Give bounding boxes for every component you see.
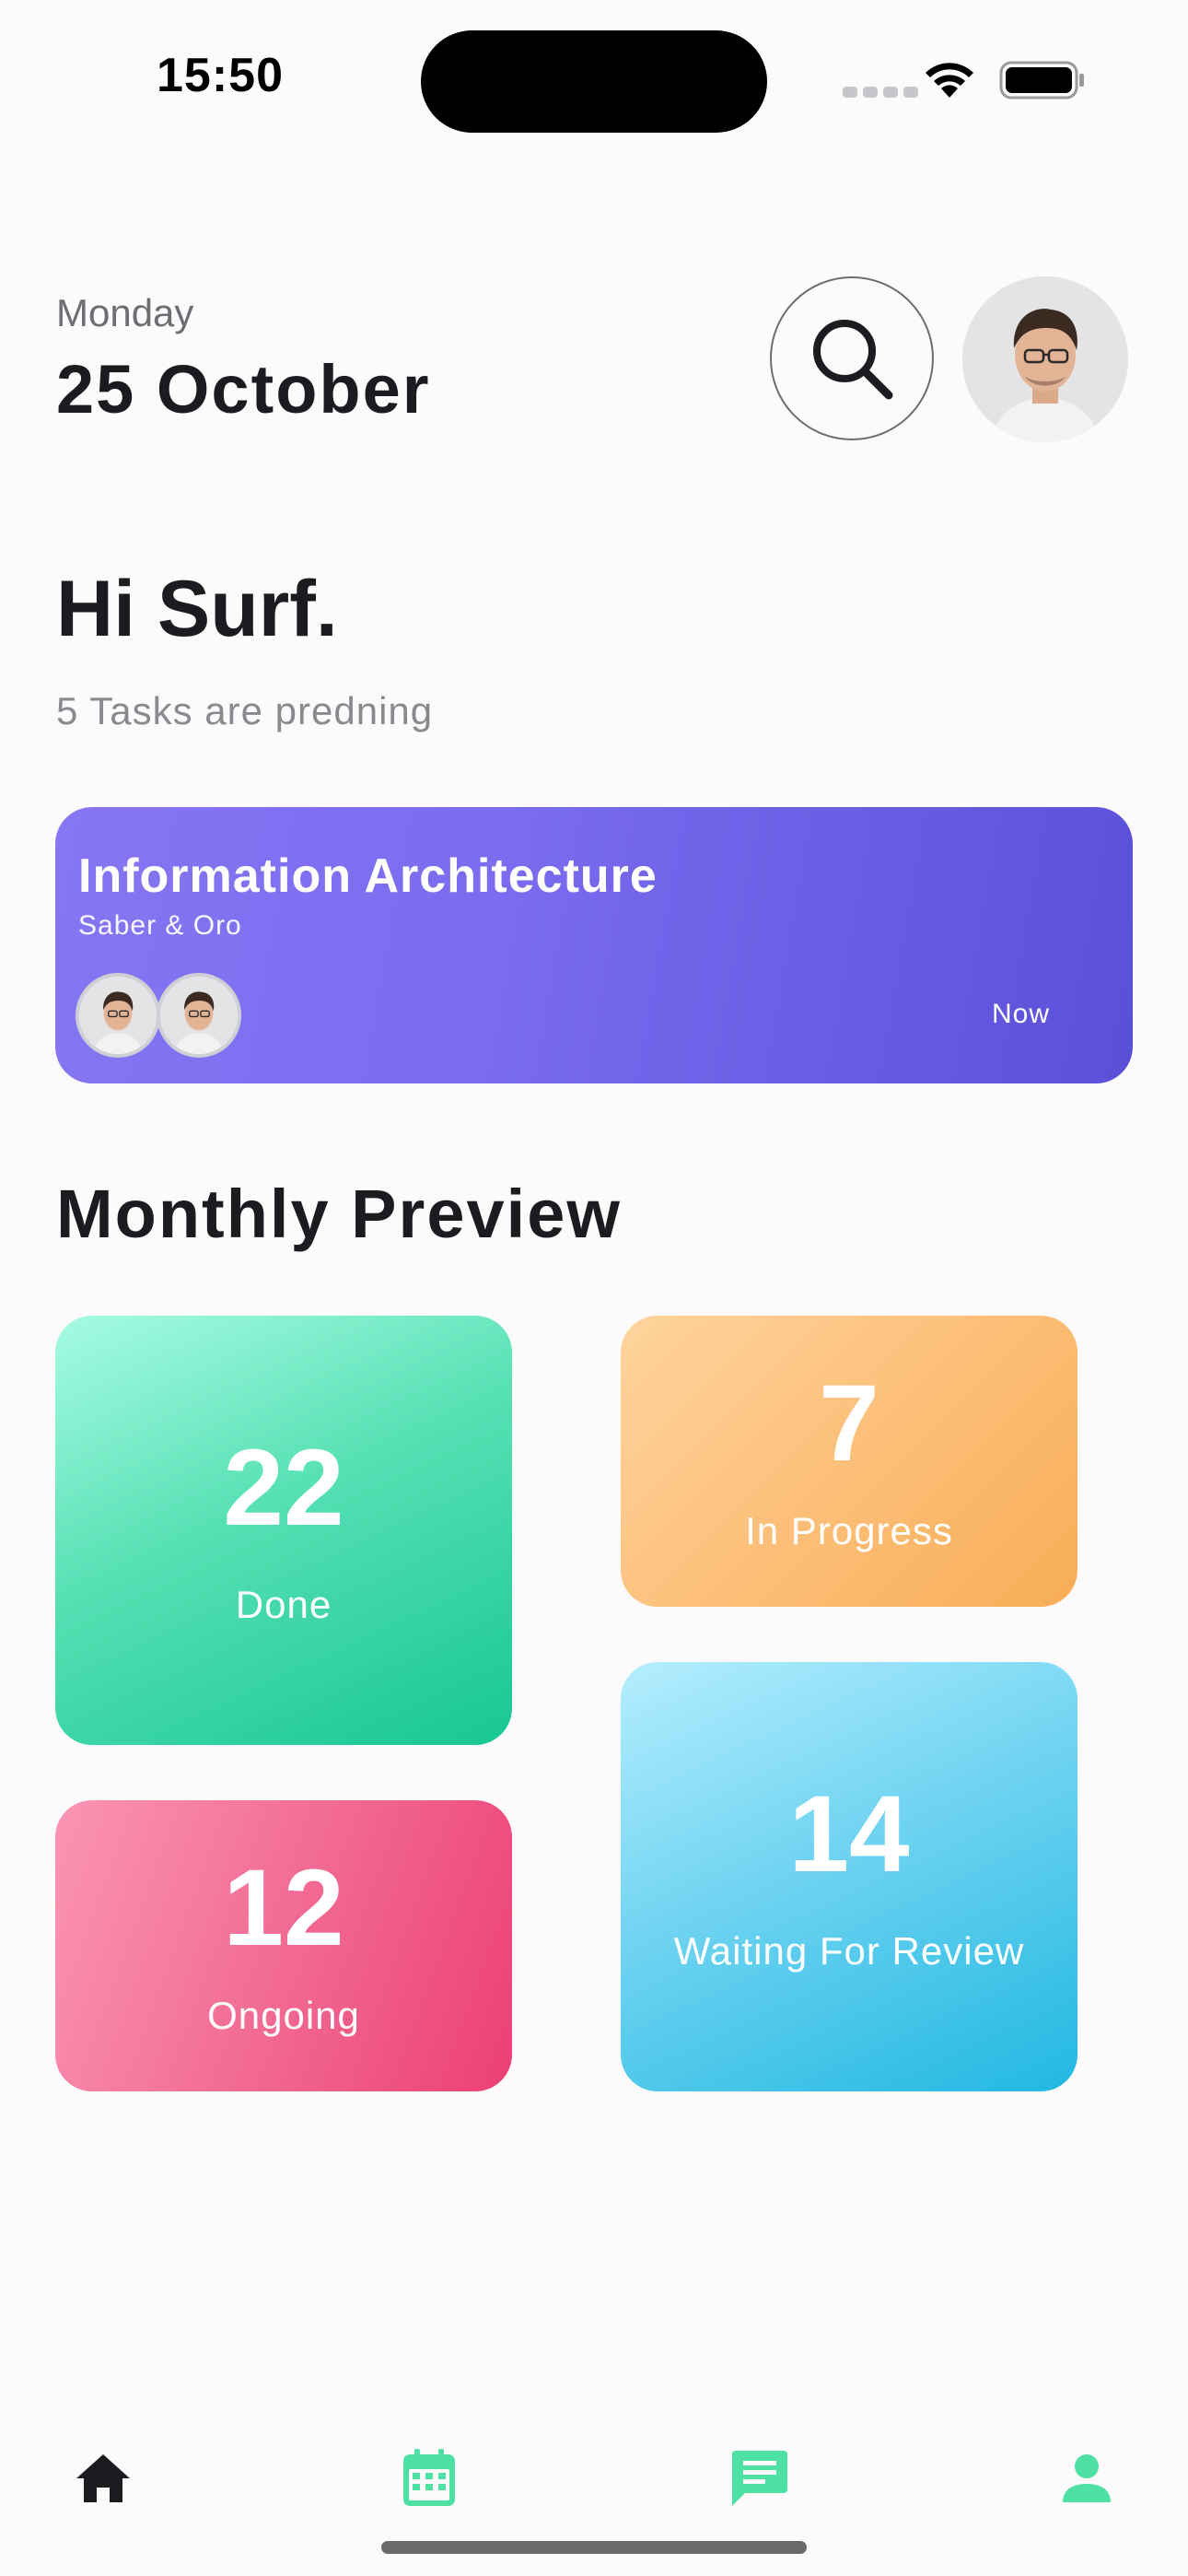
member-avatar (157, 973, 241, 1058)
status-time: 15:50 (157, 49, 284, 102)
stat-label: In Progress (745, 1509, 953, 1552)
nav-messages[interactable] (723, 2441, 797, 2515)
stat-value: 12 (223, 1847, 344, 1969)
task-card[interactable]: Information Architecture Saber & Oro Now (55, 807, 1133, 1083)
nav-profile[interactable] (1050, 2441, 1124, 2515)
calendar-icon (403, 2449, 455, 2506)
wifi-icon (926, 63, 973, 98)
stat-label: Waiting For Review (673, 1929, 1025, 1973)
date-label: 25 October (56, 351, 431, 427)
nav-home[interactable] (66, 2441, 140, 2515)
battery-icon (999, 61, 1084, 100)
stat-tile-done[interactable]: 22 Done (55, 1316, 512, 1745)
nav-calendar[interactable] (392, 2441, 466, 2515)
stat-value: 14 (788, 1774, 910, 1895)
member-avatar (76, 973, 160, 1058)
avatar-photo (962, 276, 1128, 442)
home-screen: 15:50 Monday 25 October Hi Surf. 5 Tasks… (0, 0, 1188, 2576)
day-label: Monday (56, 291, 194, 334)
stat-value: 22 (223, 1427, 344, 1549)
stat-value: 7 (819, 1363, 879, 1484)
home-indicator[interactable] (381, 2541, 807, 2554)
stat-label: Done (235, 1583, 332, 1626)
task-members: Saber & Oro (78, 910, 242, 941)
task-title: Information Architecture (78, 849, 658, 903)
profile-avatar[interactable] (962, 276, 1128, 442)
monthly-preview-title: Monthly Preview (56, 1176, 622, 1252)
pending-tasks-text: 5 Tasks are predning (56, 689, 434, 732)
stat-label: Ongoing (207, 1994, 360, 2037)
chat-icon (732, 2451, 787, 2506)
task-avatars (76, 973, 241, 1058)
stat-tile-waiting-for-review[interactable]: 14 Waiting For Review (621, 1662, 1077, 2091)
search-icon (813, 320, 893, 400)
home-icon (76, 2454, 130, 2502)
profile-icon (1063, 2454, 1111, 2502)
greeting-title: Hi Surf. (56, 565, 338, 653)
signal-icon (843, 87, 918, 98)
dynamic-island (421, 30, 767, 133)
search-button[interactable] (770, 276, 934, 440)
stat-tile-ongoing[interactable]: 12 Ongoing (55, 1800, 512, 2091)
stat-tile-in-progress[interactable]: 7 In Progress (621, 1316, 1077, 1607)
task-time: Now (991, 999, 1050, 1029)
